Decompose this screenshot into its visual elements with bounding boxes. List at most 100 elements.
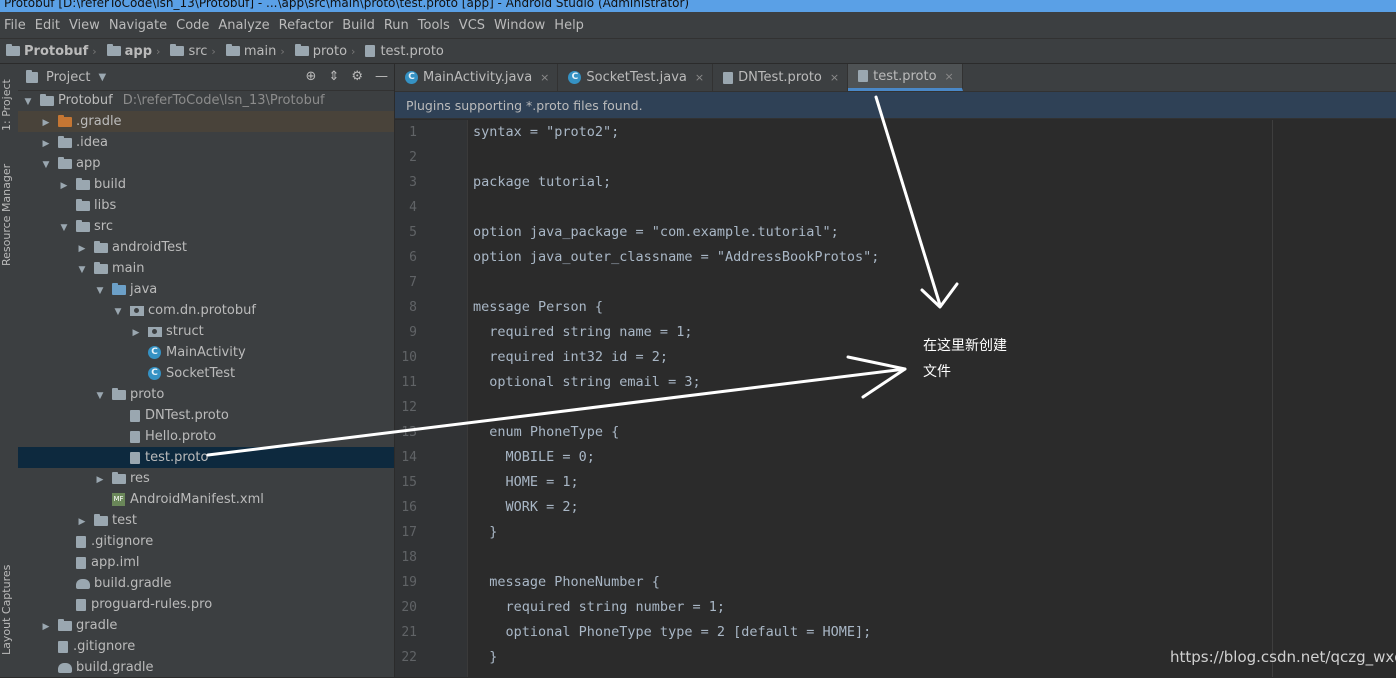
expanded-arrow-icon[interactable]: ▼ [22, 92, 34, 113]
breadcrumb-label: test.proto [380, 43, 444, 59]
menu-bar: File Edit View Navigate Code Analyze Refactor B… [0, 12, 1396, 38]
editor-tab[interactable]: test.proto × [848, 64, 963, 91]
collapse-all-icon[interactable]: ⇕ [328, 69, 339, 84]
line-number: 5 [409, 225, 417, 240]
tree-item[interactable]: C SocketTest [18, 363, 394, 384]
menu-tools[interactable]: Tools [414, 18, 455, 33]
code-line-text: } [473, 649, 498, 665]
resource-manager-tool-button[interactable]: Resource Manager [0, 160, 18, 270]
tree-item[interactable]: MF AndroidManifest.xml [18, 489, 394, 510]
code-line-text: option java_outer_classname = "AddressBo… [473, 249, 880, 265]
breadcrumb-item[interactable]: proto › [294, 44, 362, 59]
tree-item-label: build.gradle [94, 576, 172, 591]
plugin-notice-bar[interactable]: Plugins supporting *.proto files found. [395, 92, 1396, 119]
tree-item[interactable]: ▶ test [18, 510, 394, 531]
tree-item[interactable]: ▶ struct [18, 321, 394, 342]
tree-item[interactable]: build.gradle [18, 657, 394, 678]
close-icon[interactable]: × [540, 71, 549, 84]
expanded-arrow-icon[interactable]: ▼ [76, 260, 88, 281]
locate-icon[interactable]: ⊕ [306, 69, 317, 84]
expanded-arrow-icon[interactable]: ▼ [58, 218, 70, 239]
menu-help[interactable]: Help [550, 18, 589, 33]
gear-icon[interactable]: ⚙ [351, 69, 363, 84]
menu-analyze[interactable]: Analyze [214, 18, 274, 33]
file-icon [130, 430, 140, 443]
collapsed-arrow-icon[interactable]: ▶ [76, 512, 88, 533]
tree-item[interactable]: ▶ res [18, 468, 394, 489]
breadcrumb-item[interactable]: Protobuf › [6, 44, 103, 59]
tree-item[interactable]: ▼ proto [18, 384, 394, 405]
tree-item[interactable]: app.iml [18, 552, 394, 573]
chevron-down-icon[interactable]: ▼ [98, 72, 106, 83]
breadcrumb-item[interactable]: main › [225, 44, 291, 59]
line-number: 8 [409, 300, 417, 315]
menu-refactor[interactable]: Refactor [275, 18, 339, 33]
close-icon[interactable]: × [695, 71, 704, 84]
file-icon [723, 71, 734, 84]
tree-item[interactable]: Hello.proto [18, 426, 394, 447]
editor-tab[interactable]: DNTest.proto × [713, 64, 849, 91]
close-icon[interactable]: × [945, 70, 954, 83]
tree-item[interactable]: build.gradle [18, 573, 394, 594]
tree-item[interactable]: ▶ gradle [18, 615, 394, 636]
collapsed-arrow-icon[interactable]: ▶ [40, 134, 52, 155]
project-view-selector[interactable]: Project [46, 70, 90, 85]
tree-item[interactable]: ▼ com.dn.protobuf [18, 300, 394, 321]
menu-vcs[interactable]: VCS [455, 18, 490, 33]
breadcrumb-label: app [124, 43, 153, 59]
menu-code[interactable]: Code [172, 18, 214, 33]
code-line-text: HOME = 1; [473, 474, 579, 490]
tree-item[interactable]: proguard-rules.pro [18, 594, 394, 615]
tree-item[interactable]: DNTest.proto [18, 405, 394, 426]
menu-window[interactable]: Window [490, 18, 550, 33]
menu-run[interactable]: Run [380, 18, 414, 33]
menu-edit[interactable]: Edit [31, 18, 65, 33]
minimize-icon[interactable]: — [375, 69, 388, 84]
menu-navigate[interactable]: Navigate [105, 18, 172, 33]
breadcrumb-item[interactable]: test.proto [365, 43, 444, 59]
tree-item-label: .gitignore [91, 534, 154, 549]
editor-tab[interactable]: C MainActivity.java × [395, 64, 559, 91]
collapsed-arrow-icon[interactable]: ▶ [40, 617, 52, 638]
tree-item[interactable]: C MainActivity [18, 342, 394, 363]
menu-view[interactable]: View [65, 18, 105, 33]
collapsed-arrow-icon[interactable]: ▶ [94, 470, 106, 491]
expanded-arrow-icon[interactable]: ▼ [40, 155, 52, 176]
collapsed-arrow-icon[interactable]: ▶ [58, 176, 70, 197]
tree-item-label: test [112, 513, 137, 528]
close-icon[interactable]: × [830, 71, 839, 84]
editor-tab[interactable]: C SocketTest.java × [558, 64, 714, 91]
breadcrumb-item[interactable]: app › [106, 43, 167, 59]
menu-file[interactable]: File [0, 18, 31, 33]
tree-item[interactable]: ▶ androidTest [18, 237, 394, 258]
folder-icon [294, 44, 309, 56]
tree-item-label: gradle [76, 618, 118, 633]
tree-item[interactable]: ▶ .gradle [18, 111, 394, 132]
code-editor[interactable]: 1 syntax = "proto2"; 2 3 package tutorial; 4 5… [395, 120, 1396, 670]
menu-build[interactable]: Build [338, 18, 380, 33]
tree-item[interactable]: ▼ Protobuf D:\referToCode\lsn_13\Protobuf [18, 90, 394, 111]
tree-item[interactable]: ▼ java [18, 279, 394, 300]
tree-item[interactable]: ▼ src [18, 216, 394, 237]
breadcrumb-item[interactable]: src › [170, 44, 221, 59]
tree-item[interactable]: ▼ main [18, 258, 394, 279]
file-icon [365, 45, 376, 57]
expanded-arrow-icon[interactable]: ▼ [112, 302, 124, 323]
tree-item[interactable]: libs [18, 195, 394, 216]
layout-captures-tool-button[interactable]: Layout Captures [0, 560, 18, 660]
expanded-arrow-icon[interactable]: ▼ [94, 386, 106, 407]
collapsed-arrow-icon[interactable]: ▶ [40, 113, 52, 134]
tree-item[interactable]: test.proto [18, 447, 394, 468]
tree-item[interactable]: .gitignore [18, 636, 394, 657]
tree-item[interactable]: ▼ app [18, 153, 394, 174]
file-icon [58, 640, 68, 653]
project-tool-button[interactable]: 1: Project [0, 70, 18, 140]
breadcrumb-separator-icon: › [211, 44, 216, 58]
collapsed-arrow-icon[interactable]: ▶ [76, 239, 88, 260]
expanded-arrow-icon[interactable]: ▼ [94, 281, 106, 302]
tree-item[interactable]: ▶ .idea [18, 132, 394, 153]
line-number: 15 [401, 475, 417, 490]
tree-item[interactable]: ▶ build [18, 174, 394, 195]
collapsed-arrow-icon[interactable]: ▶ [130, 323, 142, 344]
tree-item[interactable]: .gitignore [18, 531, 394, 552]
